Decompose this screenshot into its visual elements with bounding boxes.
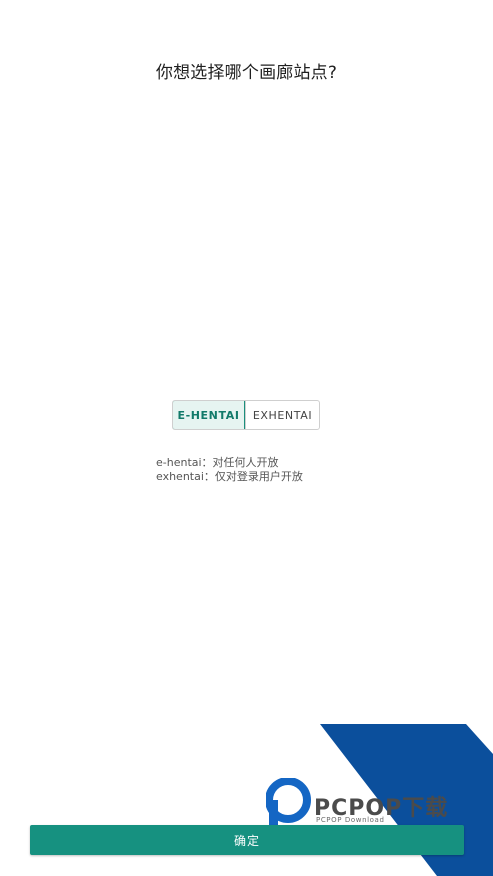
confirm-button[interactable]: 确定	[30, 825, 464, 855]
watermark-subtitle: PCPOP Download	[316, 816, 385, 824]
description-e-hentai: e-hentai：对任何人开放	[156, 456, 279, 469]
site-toggle-group: E-HENTAI EXHENTAI	[172, 400, 320, 430]
pcpop-logo-icon	[266, 778, 311, 828]
option-e-hentai[interactable]: E-HENTAI	[173, 401, 245, 429]
site-description: e-hentai：对任何人开放 exhentai：仅对登录用户开放	[156, 456, 303, 484]
page-title: 你想选择哪个画廊站点?	[155, 63, 338, 83]
site-selection-screen: 你想选择哪个画廊站点? E-HENTAI EXHENTAI e-hentai：对…	[0, 0, 493, 876]
option-exhentai[interactable]: EXHENTAI	[245, 401, 319, 429]
description-exhentai: exhentai：仅对登录用户开放	[156, 470, 303, 483]
